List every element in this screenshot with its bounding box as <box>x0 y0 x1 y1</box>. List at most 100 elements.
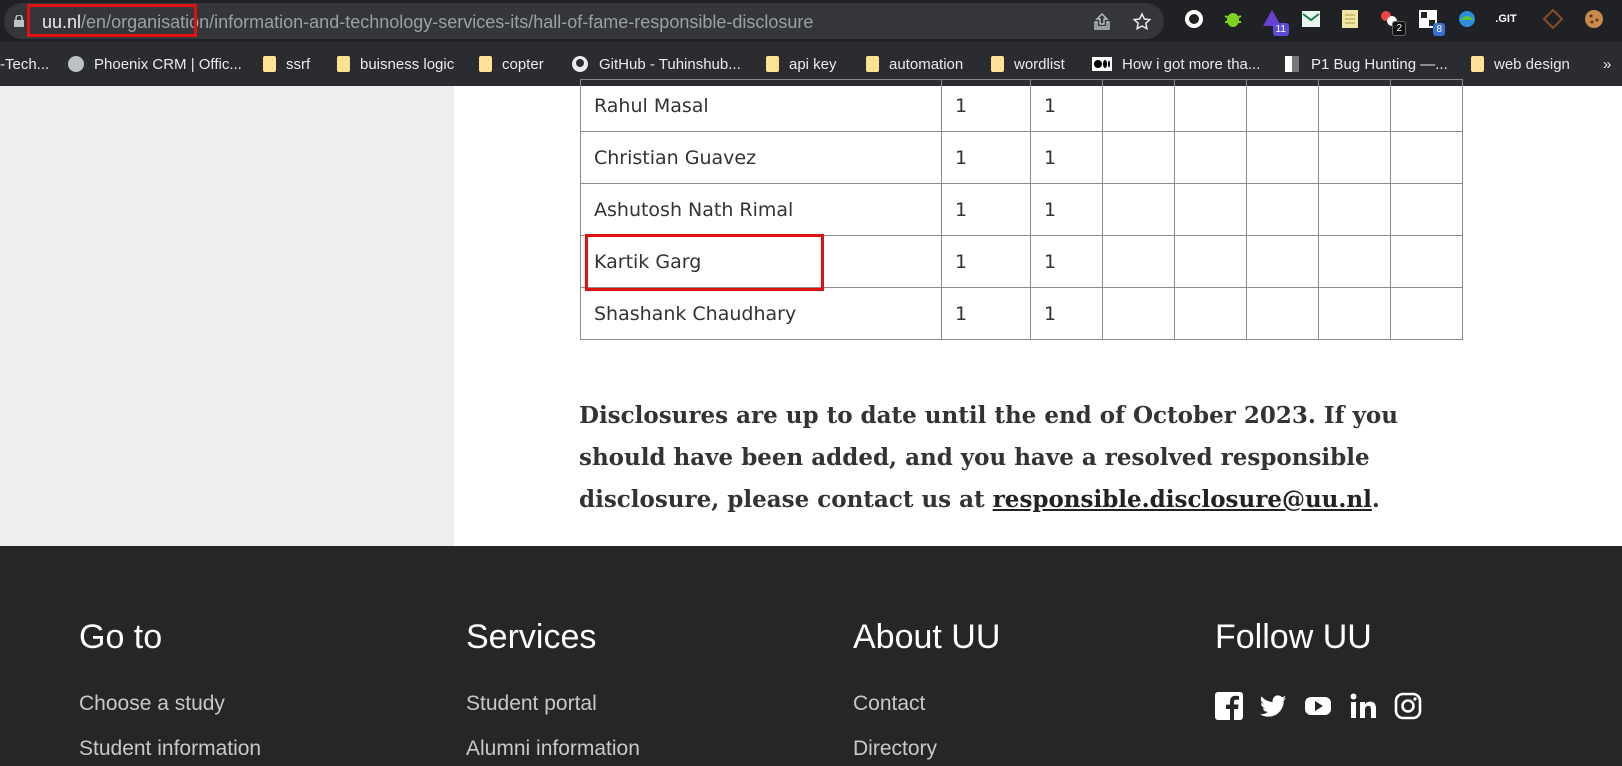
url-highlight-annotation <box>27 4 197 37</box>
footer-link[interactable]: Directory <box>853 737 937 761</box>
footer-heading-goto: Go to <box>79 618 163 656</box>
count-cell: 1 <box>1030 287 1103 340</box>
empty-cell <box>1390 235 1463 288</box>
count-cell: 1 <box>941 131 1031 184</box>
empty-cell <box>1390 131 1463 184</box>
bookmark-item[interactable]: -Tech... <box>0 54 49 74</box>
medium-icon <box>1092 57 1112 71</box>
empty-cell <box>1318 79 1391 132</box>
empty-cell <box>1390 183 1463 236</box>
bookmark-item[interactable]: web design <box>1471 54 1570 74</box>
globe-colored-icon[interactable] <box>1456 8 1478 30</box>
footer-link[interactable]: Choose a study <box>79 692 225 716</box>
bookmark-item[interactable]: How i got more tha... <box>1092 54 1260 74</box>
empty-cell <box>1174 183 1247 236</box>
researcher-name-cell: Christian Guavez <box>580 131 942 184</box>
bookmark-item[interactable]: P1 Bug Hunting —... <box>1283 54 1448 74</box>
folder-icon <box>991 56 1004 72</box>
qr-icon[interactable]: 8 <box>1417 8 1445 36</box>
youtube-icon[interactable] <box>1304 692 1332 720</box>
extension-badge: 8 <box>1433 23 1445 36</box>
folder-icon <box>263 56 276 72</box>
bookmark-item[interactable]: wordlist <box>991 54 1065 74</box>
disclosure-email-link[interactable]: responsible.disclosure@uu.nl <box>993 486 1372 513</box>
footer-link[interactable]: Alumni information <box>466 737 640 761</box>
researcher-name-cell: Rahul Masal <box>580 79 942 132</box>
table-row: Rahul Masal 1 1 <box>580 79 1463 132</box>
bookmark-label: » <box>1603 55 1612 73</box>
empty-cell <box>1390 79 1463 132</box>
empty-cell <box>1246 131 1319 184</box>
empty-cell <box>1246 183 1319 236</box>
page-icon <box>1285 56 1299 72</box>
wizard-hat-icon[interactable]: 11 <box>1261 8 1289 36</box>
extension-badge: 2 <box>1392 21 1406 36</box>
browser-toolbar: uu.nl/en/organisation/information-and-te… <box>0 0 1622 42</box>
bookmark-item[interactable]: automation <box>866 54 963 74</box>
bookmark-item[interactable]: GitHub - Tuhinshub... <box>571 54 741 74</box>
git-icon[interactable]: .GIT <box>1495 8 1517 30</box>
lock-icon[interactable] <box>14 15 24 27</box>
git-label: .GIT <box>1495 13 1517 25</box>
twitter-icon[interactable] <box>1259 692 1287 720</box>
footer-link[interactable]: Student portal <box>466 692 597 716</box>
facebook-icon[interactable] <box>1215 692 1243 720</box>
footer-link[interactable]: Contact <box>853 692 925 716</box>
empty-cell <box>1246 287 1319 340</box>
share-icon[interactable] <box>1092 12 1112 32</box>
footer-heading-follow: Follow UU <box>1215 618 1372 656</box>
count-cell: 1 <box>941 235 1031 288</box>
count-cell: 1 <box>941 287 1031 340</box>
folder-icon <box>1471 56 1484 72</box>
bookmarks-overflow-button[interactable]: » <box>1603 54 1611 74</box>
empty-cell <box>1102 79 1175 132</box>
table-row: Christian Guavez 1 1 <box>580 131 1463 184</box>
bookmark-label: wordlist <box>1014 55 1065 73</box>
bookmark-label: Phoenix CRM | Offic... <box>94 55 242 73</box>
empty-cell <box>1102 183 1175 236</box>
notepad-icon[interactable] <box>1339 8 1361 30</box>
hall-of-fame-table: Rahul Masal 1 1 Christian Guavez 1 1 Ashutosh … <box>580 79 1463 340</box>
linkedin-icon[interactable] <box>1349 692 1377 720</box>
empty-cell <box>1174 287 1247 340</box>
bookmark-label: GitHub - Tuhinshub... <box>599 55 741 73</box>
empty-cell <box>1390 287 1463 340</box>
globe-icon <box>68 56 84 72</box>
bookmark-item[interactable]: ssrf <box>263 54 310 74</box>
count-cell: 1 <box>1030 183 1103 236</box>
count-cell: 1 <box>1030 79 1103 132</box>
empty-cell <box>1318 131 1391 184</box>
bookmark-item[interactable]: buisness logic <box>337 54 454 74</box>
bookmark-item[interactable]: Phoenix CRM | Offic... <box>68 54 242 74</box>
researcher-name-cell: Ashutosh Nath Rimal <box>580 183 942 236</box>
empty-cell <box>1246 235 1319 288</box>
bookmark-label: automation <box>889 55 964 73</box>
extension-badge: 11 <box>1272 23 1289 36</box>
researcher-name-cell: Shashank Chaudhary <box>580 287 942 340</box>
folder-icon <box>766 56 779 72</box>
cookie-red-icon[interactable]: 2 <box>1378 8 1406 36</box>
star-icon[interactable] <box>1132 12 1152 32</box>
empty-cell <box>1246 79 1319 132</box>
empty-cell <box>1318 235 1391 288</box>
envelope-icon[interactable] <box>1300 8 1322 30</box>
github-icon <box>572 56 588 72</box>
site-footer: Go to Choose a study Student information… <box>0 546 1622 766</box>
extension-c-icon[interactable] <box>1183 8 1205 30</box>
footer-link[interactable]: Student information <box>79 737 261 761</box>
empty-cell <box>1318 287 1391 340</box>
bookmark-item[interactable]: api key <box>766 54 837 74</box>
bookmark-label: ssrf <box>286 55 311 73</box>
count-cell: 1 <box>1030 131 1103 184</box>
count-cell: 1 <box>1030 235 1103 288</box>
bug-icon[interactable] <box>1222 8 1244 30</box>
instagram-icon[interactable] <box>1394 692 1422 720</box>
count-cell: 1 <box>941 183 1031 236</box>
cookie-icon[interactable] <box>1583 8 1605 30</box>
diamond-icon[interactable] <box>1542 8 1564 30</box>
empty-cell <box>1102 235 1175 288</box>
bookmark-item[interactable]: copter <box>479 54 544 74</box>
empty-cell <box>1174 235 1247 288</box>
disclosure-paragraph: Disclosures are up to date until the end… <box>579 395 1479 521</box>
folder-icon <box>479 56 492 72</box>
